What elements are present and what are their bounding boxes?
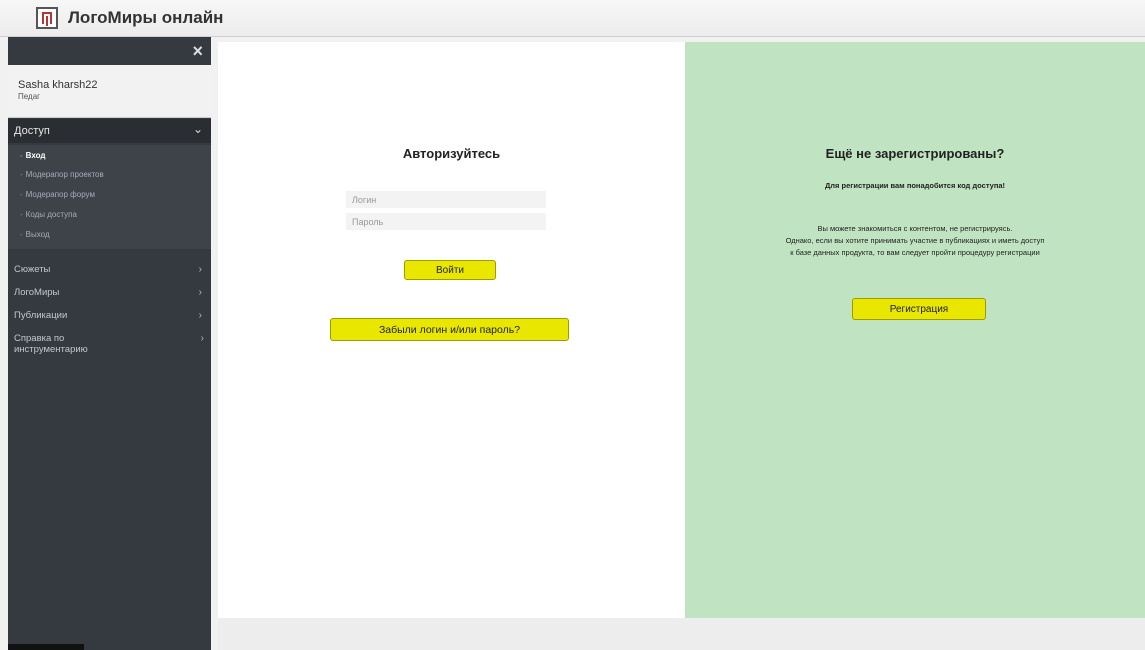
sidebar-item-publications[interactable]: Публикации › [14,310,204,321]
bullet-icon: - [20,190,23,199]
login-title: Авторизуйтесь [402,146,501,161]
chevron-down-icon: ⌄ [192,122,203,136]
forgot-password-button[interactable]: Забыли логин и/или пароль? [330,318,569,341]
bullet-icon: - [20,170,23,179]
bottom-strip [218,618,1145,650]
register-text-line: Вы можете знакомиться с контентом, не ре… [817,224,1013,233]
sidebar-item-label: Выход [25,230,50,239]
sidebar: × Sasha kharsh22 Педаг Доступ ⌄ - Вход -М… [8,37,211,650]
sidebar-footer [8,644,84,650]
sidebar-item-access-codes[interactable]: - Коды доступа [20,210,77,219]
sidebar-item-forum-moderator[interactable]: - Модерапор форум [20,190,95,199]
sidebar-item-stories[interactable]: Сюжеты › [14,264,204,275]
sidebar-item-project-moderator[interactable]: - Модерапор проектов [20,170,104,179]
app-logo-icon [36,7,58,29]
register-button[interactable]: Регистрация [852,298,986,320]
user-name: Sasha kharsh22 [18,79,98,91]
top-bar: ЛогоМиры онлайн [0,0,1145,37]
sidebar-item-label: Сюжеты [14,264,51,275]
chevron-right-icon: › [198,287,202,298]
close-icon[interactable]: × [192,41,203,62]
register-note: Для регистрации вам понадобится код дост… [824,181,1006,190]
register-text-line: к базе данных продукта, то вам следует п… [790,248,1040,257]
bullet-icon: - [20,230,23,239]
user-profile: Sasha kharsh22 Педаг [8,65,211,118]
register-title: Ещё не зарегистрированы? [825,146,1005,161]
sidebar-item-logout[interactable]: - Выход [20,230,50,239]
chevron-right-icon: › [198,310,202,321]
password-input[interactable] [346,213,546,230]
app-title: ЛогоМиры онлайн [68,8,224,27]
user-role: Педаг [18,92,41,101]
login-button[interactable]: Войти [404,260,496,280]
sidebar-item-logomiry[interactable]: ЛогоМиры › [14,287,204,298]
sidebar-item-label: Модерапор проектов [25,170,104,179]
bullet-icon: - [20,210,23,219]
chevron-right-icon: › [200,333,204,344]
sidebar-item-label: Справка по инструментарию [14,333,88,355]
sidebar-item-help[interactable]: Справка по инструментарию › [14,333,204,355]
sidebar-section-access[interactable]: Доступ ⌄ [8,119,211,143]
sidebar-item-login[interactable]: - Вход [20,151,45,160]
register-panel: Ещё не зарегистрированы? Для регистрации… [685,42,1145,618]
sidebar-item-label: ЛогоМиры [14,287,60,298]
sidebar-item-label: Вход [25,151,46,160]
sidebar-subnav: - Вход - Модерапор проектов - Модерапор фор… [8,145,211,249]
sidebar-item-label: Публикации [14,310,68,321]
chevron-right-icon: › [198,264,202,275]
sidebar-item-label: Модерапор форум [25,190,95,199]
sidebar-item-label: Коды доступа [25,210,77,219]
login-input[interactable] [346,191,546,208]
sidebar-section-label: Доступ [14,125,50,137]
login-panel: Авторизуйтесь Войти Забыли логин и/или п… [218,42,685,618]
bullet-icon: - [20,151,23,160]
register-text-line: Однако, если вы хотите принимать участие… [785,236,1045,245]
